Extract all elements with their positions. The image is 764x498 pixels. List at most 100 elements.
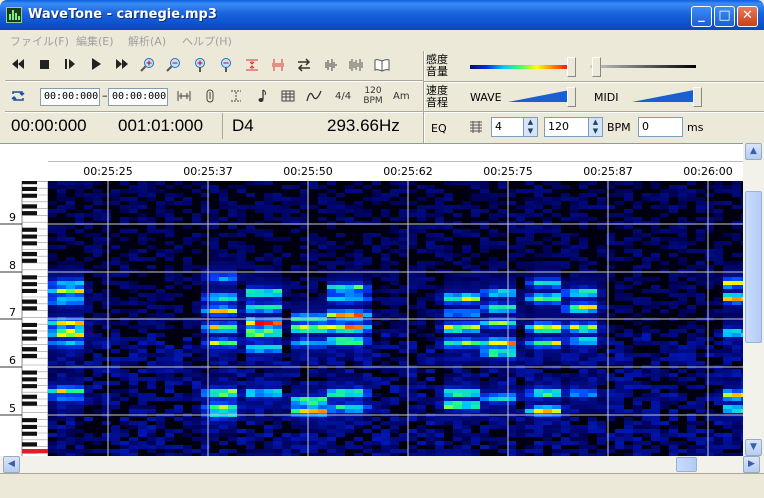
zoom-in-vertical-icon[interactable] <box>189 54 211 76</box>
menu-analysis[interactable]: 解析(A) <box>128 33 166 49</box>
zoom-out-vertical-icon[interactable] <box>215 54 237 76</box>
zoom-out-horizontal-icon[interactable] <box>163 54 185 76</box>
vertical-scroll-thumb[interactable] <box>745 191 762 343</box>
black-key[interactable] <box>22 258 37 263</box>
octave-label: 8 <box>9 259 16 272</box>
time-tick-label: 00:25:87 <box>583 165 633 178</box>
play-icon[interactable] <box>85 54 107 76</box>
range-start-field[interactable]: 00:00:000 <box>40 88 100 106</box>
tempo-display[interactable]: 120 BPM <box>362 86 384 106</box>
swap-arrows-icon[interactable] <box>293 54 315 76</box>
scroll-up-button[interactable]: ▲ <box>745 143 762 160</box>
fit-range-icon[interactable] <box>173 85 195 107</box>
offset-field[interactable]: 0 <box>638 117 683 137</box>
black-key[interactable] <box>22 442 37 447</box>
title-bar[interactable]: WaveTone - carnegie.mp3 _ □ ✕ <box>0 0 764 30</box>
black-key[interactable] <box>22 370 37 375</box>
tempo-spinner[interactable]: 120 ▲ ▼ <box>544 117 603 137</box>
rewind-fast-icon[interactable] <box>7 54 29 76</box>
key-signature[interactable]: Am <box>393 91 410 102</box>
black-key[interactable] <box>22 424 37 429</box>
menu-edit[interactable]: 編集(E) <box>76 33 114 49</box>
black-key[interactable] <box>22 211 37 216</box>
maximize-button[interactable]: □ <box>714 6 735 27</box>
menu-file[interactable]: ファイル(F) <box>10 33 69 49</box>
application-window: WaveTone - carnegie.mp3 _ □ ✕ ファイル(F) 編集… <box>0 0 764 498</box>
time-signature[interactable]: 4/4 <box>335 91 351 102</box>
tempo-spin-buttons[interactable]: ▲ ▼ <box>588 118 602 136</box>
highlighted-key <box>22 449 48 453</box>
black-key[interactable] <box>22 431 37 436</box>
curve-icon[interactable] <box>303 85 325 107</box>
black-key[interactable] <box>22 299 37 304</box>
black-key[interactable] <box>22 394 37 399</box>
fast-forward-icon[interactable] <box>111 54 133 76</box>
wave-slider-thumb[interactable] <box>567 87 576 107</box>
horizontal-scroll-thumb[interactable] <box>676 457 697 472</box>
menu-help[interactable]: ヘルプ(H) <box>182 33 232 49</box>
bpm-label: BPM <box>607 121 631 134</box>
beats-spinner[interactable]: 4 ▲ ▼ <box>491 117 538 137</box>
black-key[interactable] <box>22 347 37 352</box>
scroll-left-button[interactable]: ◀ <box>3 456 20 473</box>
black-key[interactable] <box>22 193 37 198</box>
grid-table-icon[interactable] <box>277 85 299 107</box>
trim-icon[interactable] <box>225 85 247 107</box>
shrink-range-icon[interactable] <box>267 54 289 76</box>
black-key[interactable] <box>22 282 37 287</box>
minimize-button[interactable]: _ <box>691 6 712 27</box>
range-row: 00:00:000 – 00:00:000 4/4 120 BPM Am <box>5 85 420 111</box>
black-key[interactable] <box>22 181 37 185</box>
black-key[interactable] <box>22 329 37 334</box>
black-key[interactable] <box>22 234 37 239</box>
spectrogram[interactable] <box>48 181 743 457</box>
book-icon[interactable] <box>371 54 393 76</box>
stop-icon[interactable] <box>33 54 55 76</box>
frequency-readout: 293.66Hz <box>327 116 400 135</box>
waveform-mono-icon[interactable] <box>319 54 341 76</box>
black-key[interactable] <box>22 377 37 382</box>
volume-slider-track[interactable] <box>590 65 696 68</box>
time-tick-label: 00:26:00 <box>683 165 733 178</box>
wavetone-app-icon[interactable] <box>6 7 22 23</box>
loop-icon[interactable] <box>7 85 29 107</box>
black-key[interactable] <box>22 353 37 358</box>
note-icon[interactable] <box>251 85 273 107</box>
scroll-right-button[interactable]: ▶ <box>743 456 760 473</box>
step-play-icon[interactable] <box>59 54 81 76</box>
range-end-field[interactable]: 00:00:000 <box>108 88 168 106</box>
black-key[interactable] <box>22 306 37 311</box>
time-ruler[interactable]: 00:25:25 00:25:37 00:25:50 00:25:62 00:2… <box>48 144 743 181</box>
black-key[interactable] <box>22 322 37 327</box>
black-key[interactable] <box>22 401 37 406</box>
black-key[interactable] <box>22 186 37 191</box>
horizontal-scrollbar[interactable]: ◀ ▶ <box>0 456 764 473</box>
waveform-stereo-icon[interactable] <box>345 54 367 76</box>
sensitivity-slider-thumb[interactable] <box>567 57 576 77</box>
black-key[interactable] <box>22 241 37 246</box>
close-button[interactable]: ✕ <box>737 6 758 27</box>
range-separator: – <box>102 89 108 102</box>
volume-slider-thumb[interactable] <box>592 57 601 77</box>
zoom-in-horizontal-icon[interactable] <box>137 54 159 76</box>
expand-range-icon[interactable] <box>241 54 263 76</box>
black-key[interactable] <box>22 336 37 341</box>
playback-row <box>5 54 420 80</box>
midi-volume-ramp[interactable] <box>632 89 694 103</box>
midi-slider-thumb[interactable] <box>693 87 702 107</box>
octave-label: 7 <box>9 306 16 319</box>
black-key[interactable] <box>22 227 37 232</box>
clip-icon[interactable] <box>199 85 221 107</box>
black-key[interactable] <box>22 384 37 389</box>
black-key[interactable] <box>22 251 37 256</box>
vertical-scrollbar[interactable]: ▲ ▼ <box>743 143 764 456</box>
beats-spin-buttons[interactable]: ▲ ▼ <box>523 118 537 136</box>
time-tick-label: 00:25:25 <box>83 165 133 178</box>
black-key[interactable] <box>22 204 37 209</box>
piano-keyboard[interactable]: 9 8 7 6 5 <box>0 181 48 457</box>
black-key[interactable] <box>22 418 37 423</box>
wave-volume-ramp[interactable] <box>508 89 570 103</box>
scroll-down-button[interactable]: ▼ <box>745 439 762 456</box>
black-key[interactable] <box>22 288 37 293</box>
black-key[interactable] <box>22 275 37 280</box>
